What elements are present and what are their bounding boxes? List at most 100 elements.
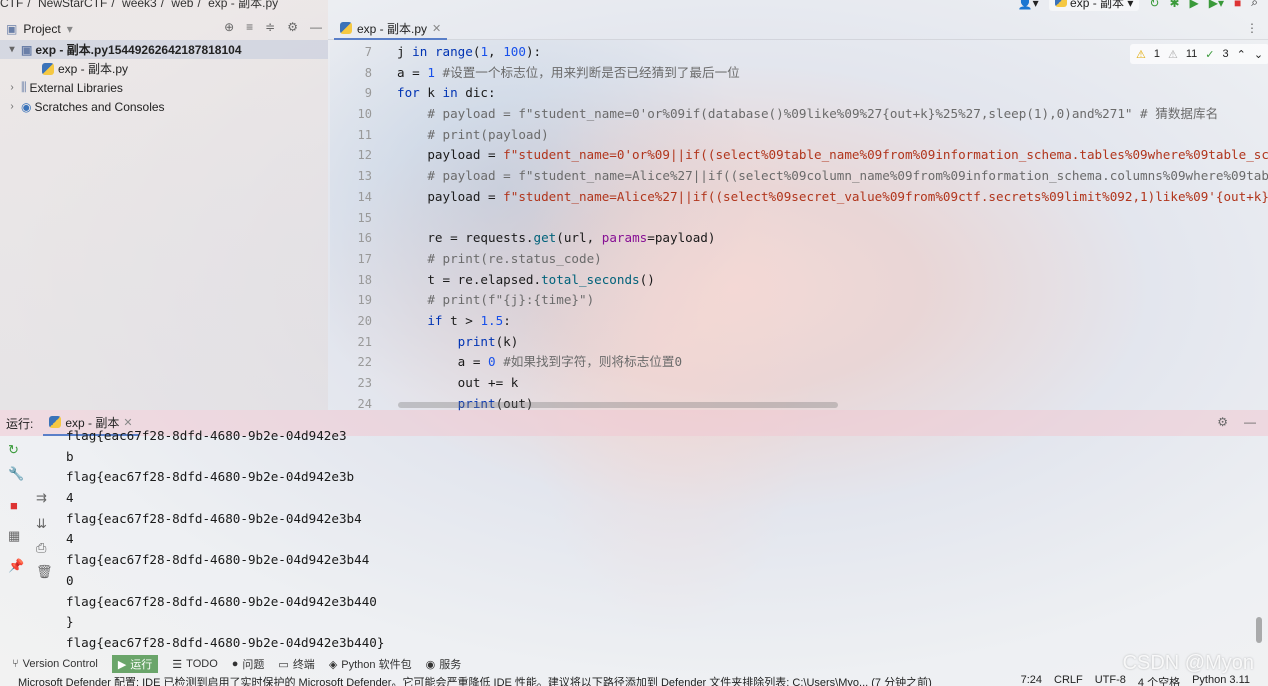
folder-icon: ▣ <box>6 22 18 36</box>
breadcrumb-item[interactable]: CTF <box>0 0 23 10</box>
code-line[interactable]: # print(re.status_code) <box>397 249 1268 270</box>
code-line[interactable]: payload = f"student_name=0'or%09||if((se… <box>397 145 1268 166</box>
collapse-all-icon[interactable]: ≑ <box>265 20 275 34</box>
python-interpreter[interactable]: Python 3.11 <box>1192 674 1250 686</box>
print-icon[interactable]: ⎙ <box>36 540 46 556</box>
tool-terminal[interactable]: ▭ 终端 <box>278 656 314 672</box>
line-number: 15 <box>357 210 372 225</box>
debug-icon[interactable]: ✱ <box>1169 0 1179 10</box>
code-editor[interactable]: j in range(1, 100): a = 1 #设置一个标志位，用来判断是否… <box>397 42 1268 414</box>
line-number: 22 <box>357 355 372 370</box>
code-line[interactable]: out += k <box>397 373 1268 394</box>
minimize-icon[interactable]: — <box>1244 415 1256 429</box>
code-line[interactable]: # print(f"{j}:{time}") <box>397 290 1268 311</box>
line-number: 17 <box>357 251 372 266</box>
breadcrumb-item[interactable]: week3 <box>122 0 157 10</box>
line-number: 11 <box>357 127 372 142</box>
rerun-icon[interactable]: ↻ <box>1149 0 1159 10</box>
trash-icon[interactable]: 🗑 <box>36 564 53 580</box>
tool-problems[interactable]: ● 问题 <box>232 656 265 672</box>
console-scrollbar[interactable] <box>1256 617 1262 643</box>
tool-label: TODO <box>186 658 218 670</box>
editor-horizontal-scrollbar[interactable] <box>398 402 838 408</box>
pin-icon[interactable]: 📌 <box>8 558 24 574</box>
chevron-down-icon[interactable]: ▾ <box>6 44 18 55</box>
line-number: 23 <box>357 376 372 390</box>
stop-icon[interactable]: ■ <box>1234 0 1241 10</box>
tool-run[interactable]: ▶ 运行 <box>111 655 159 673</box>
rerun-icon[interactable]: ↻ <box>8 442 19 458</box>
tree-item-scratches[interactable]: › ◉ Scratches and Consoles <box>0 97 328 116</box>
minimize-icon[interactable]: — <box>310 20 322 34</box>
tool-version-control[interactable]: ⑂ Version Control <box>12 658 98 670</box>
code-line[interactable]: # payload = f"student_name=0'or%09if(dat… <box>397 104 1268 125</box>
tool-python-packages[interactable]: ◈ Python 软件包 <box>329 656 412 672</box>
scratches-icon: ◉ <box>21 99 32 114</box>
list-icon: ☰ <box>172 658 183 671</box>
tree-item-root[interactable]: ▾ ▣ exp - 副本.py15449262642187818104 <box>0 40 328 59</box>
console-line: flag{eac67f28-8dfd-4680-9b2e-04d942e3 <box>66 428 347 443</box>
breadcrumb-item[interactable]: web <box>171 0 193 10</box>
search-icon[interactable]: ⌕ <box>1251 0 1258 10</box>
coverage-icon[interactable]: ▶▾ <box>1209 0 1224 10</box>
python-file-icon <box>340 22 352 34</box>
tool-services[interactable]: ◉ 服务 <box>426 656 462 672</box>
gear-icon[interactable]: ⚙ <box>287 20 298 34</box>
wrench-icon[interactable]: 🔧 <box>8 466 24 482</box>
locate-icon[interactable]: ⊕ <box>224 20 234 34</box>
code-line[interactable]: re = requests.get(url, params=payload) <box>397 228 1268 249</box>
code-line[interactable]: # print(payload) <box>397 125 1268 146</box>
project-title[interactable]: Project <box>23 22 60 36</box>
chevron-right-icon[interactable]: › <box>6 101 18 112</box>
code-line[interactable] <box>397 208 1268 229</box>
run-console-output[interactable]: flag{eac67f28-8dfd-4680-9b2e-04d942e3 b fl… <box>66 426 966 654</box>
tree-item-label: exp - 副本.py <box>58 62 129 76</box>
scroll-to-end-icon[interactable]: ⇊ <box>36 516 47 532</box>
tool-label: 终端 <box>292 659 315 671</box>
tool-todo[interactable]: ☰ TODO <box>172 658 217 671</box>
code-line[interactable]: payload = f"student_name=Alice%27||if((s… <box>397 187 1268 208</box>
chevron-right-icon[interactable]: › <box>6 82 18 93</box>
run-panel-label: 运行: <box>6 416 34 431</box>
editor-tab-label: exp - 副本.py <box>357 21 428 36</box>
code-line[interactable]: for k in dic: <box>397 83 1268 104</box>
expand-all-icon[interactable]: ≡ <box>246 20 253 34</box>
line-separator[interactable]: CRLF <box>1054 674 1083 686</box>
project-tree: ▾ ▣ exp - 副本.py15449262642187818104 exp … <box>0 40 328 116</box>
cursor-position[interactable]: 7:24 <box>1021 674 1042 686</box>
line-number: 7 <box>364 45 372 59</box>
code-line[interactable]: t = re.elapsed.total_seconds() <box>397 270 1268 291</box>
tree-item-label: Scratches and Consoles <box>34 99 165 114</box>
code-line[interactable]: # payload = f"student_name=Alice%27||if(… <box>397 166 1268 187</box>
file-encoding[interactable]: UTF-8 <box>1095 674 1126 686</box>
soft-wrap-icon[interactable]: ⇉ <box>36 490 47 506</box>
breadcrumb-item[interactable]: NewStarCTF <box>38 0 107 10</box>
code-line[interactable]: if t > 1.5: <box>397 311 1268 332</box>
tree-item-file[interactable]: exp - 副本.py <box>0 59 328 78</box>
gear-icon[interactable]: ⚙ <box>1217 415 1228 429</box>
console-line: flag{eac67f28-8dfd-4680-9b2e-04d942e3b4 <box>66 510 362 526</box>
code-line[interactable]: j in range(1, 100): <box>397 42 1268 63</box>
close-icon[interactable]: ✕ <box>432 22 441 35</box>
layout-icon[interactable]: ▦ <box>8 528 20 544</box>
code-line[interactable]: print(k) <box>397 332 1268 353</box>
console-line: } <box>66 614 74 630</box>
info-icon: ● <box>231 658 239 670</box>
indent-setting[interactable]: 4 个空格 <box>1138 674 1180 686</box>
line-number: 12 <box>357 148 372 163</box>
user-icon[interactable]: 👤▾ <box>1018 0 1039 10</box>
line-number: 14 <box>357 189 372 204</box>
run-icon[interactable]: ▶ <box>1190 0 1199 10</box>
code-line[interactable]: a = 0 #如果找到字符，则将标志位置0 <box>397 352 1268 373</box>
console-line: 0 <box>66 572 74 588</box>
tree-item-external-libraries[interactable]: › ⫼ External Libraries <box>0 78 328 97</box>
run-config-select[interactable]: exp - 副本 ▾ <box>1048 0 1140 11</box>
more-options-icon[interactable]: ⋮ <box>1246 21 1258 35</box>
editor-tab[interactable]: exp - 副本.py ✕ <box>334 18 448 40</box>
code-line[interactable]: a = 1 #设置一个标志位，用来判断是否已经猜到了最后一位 <box>397 63 1268 84</box>
breadcrumb-item[interactable]: exp - 副本.py <box>208 0 278 10</box>
chevron-down-icon[interactable]: ▾ <box>67 22 73 36</box>
line-number: 8 <box>364 65 372 80</box>
stop-icon[interactable]: ■ <box>10 498 18 513</box>
status-message[interactable]: Microsoft Defender 配置: IDE 已检测到启用了实时保护的 … <box>18 674 932 686</box>
